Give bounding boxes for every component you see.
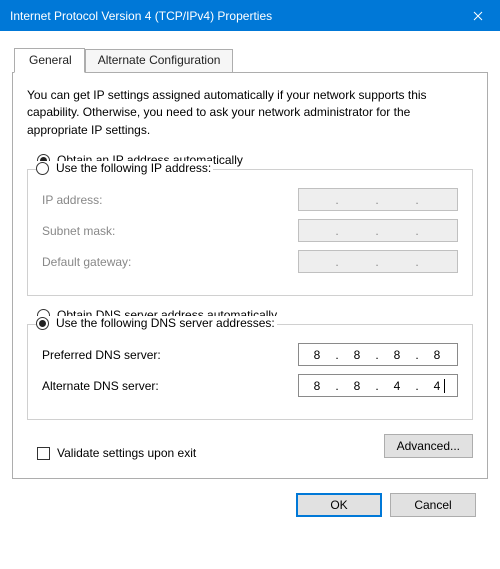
ok-button[interactable]: OK (296, 493, 382, 517)
text-cursor (444, 379, 445, 393)
radio-icon (36, 162, 49, 175)
close-icon (473, 11, 483, 21)
checkbox-label: Validate settings upon exit (57, 446, 196, 460)
tab-general[interactable]: General (14, 48, 85, 73)
checkbox-validate-settings[interactable]: Validate settings upon exit (37, 446, 196, 460)
tab-panel-general: You can get IP settings assigned automat… (12, 72, 488, 479)
dialog-footer: OK Cancel (12, 479, 488, 517)
group-ip-manual: Use the following IP address: IP address… (27, 169, 473, 296)
radio-label: Use the following DNS server addresses: (56, 316, 275, 330)
advanced-button[interactable]: Advanced... (384, 434, 473, 458)
cancel-button[interactable]: Cancel (390, 493, 476, 517)
close-button[interactable] (455, 0, 500, 31)
dialog-content: General Alternate Configuration You can … (0, 31, 500, 529)
description-text: You can get IP settings assigned automat… (27, 87, 473, 139)
radio-icon (36, 317, 49, 330)
input-ip-address: . . . (298, 188, 458, 211)
tab-alternate-configuration[interactable]: Alternate Configuration (85, 49, 234, 74)
checkbox-icon (37, 447, 50, 460)
label-default-gateway: Default gateway: (42, 255, 298, 269)
input-alternate-dns[interactable]: 8. 8. 4. 4 (298, 374, 458, 397)
label-preferred-dns: Preferred DNS server: (42, 348, 298, 362)
label-ip-address: IP address: (42, 193, 298, 207)
input-subnet-mask: . . . (298, 219, 458, 242)
group-dns-manual: Use the following DNS server addresses: … (27, 324, 473, 420)
input-preferred-dns[interactable]: 8. 8. 8. 8 (298, 343, 458, 366)
radio-ip-manual[interactable]: Use the following IP address: (36, 161, 211, 175)
radio-label: Use the following IP address: (56, 161, 211, 175)
tab-strip: General Alternate Configuration (16, 47, 488, 72)
input-default-gateway: . . . (298, 250, 458, 273)
label-subnet-mask: Subnet mask: (42, 224, 298, 238)
radio-dns-manual[interactable]: Use the following DNS server addresses: (36, 316, 275, 330)
titlebar: Internet Protocol Version 4 (TCP/IPv4) P… (0, 0, 500, 31)
label-alternate-dns: Alternate DNS server: (42, 379, 298, 393)
window-title: Internet Protocol Version 4 (TCP/IPv4) P… (10, 9, 272, 23)
